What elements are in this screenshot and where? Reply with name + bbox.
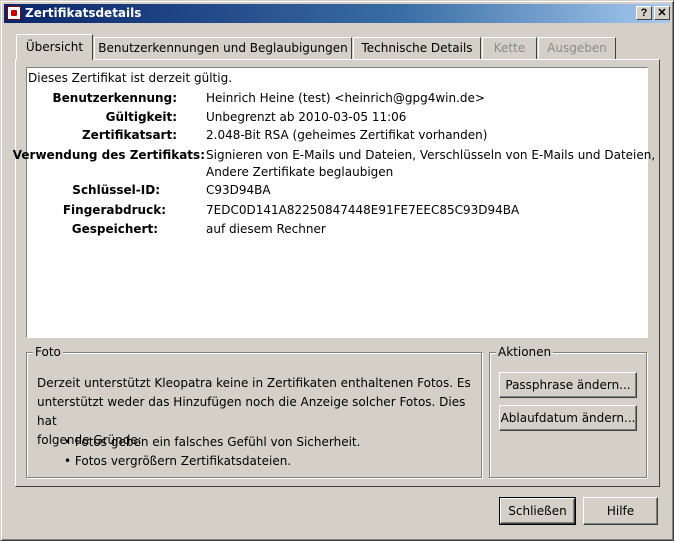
- fingerprint-label: Fingerabdruck:: [62, 203, 166, 217]
- tab-user-ids-certifications[interactable]: Benutzerkennungen und Beglaubigungen: [94, 37, 352, 59]
- user-id-label: Benutzerkennung:: [52, 91, 177, 105]
- validity-label: Gültigkeit:: [105, 110, 177, 124]
- tab-export[interactable]: Ausgeben: [538, 37, 616, 59]
- help-button[interactable]: Hilfe: [583, 497, 658, 525]
- validity-status-text: Dieses Zertifikat ist derzeit gültig.: [28, 71, 233, 85]
- stored-label: Gespeichert:: [71, 222, 158, 236]
- tab-chain-label: Kette: [493, 41, 526, 55]
- tab-overview[interactable]: Übersicht: [16, 34, 93, 60]
- photo-group-title: Foto: [33, 345, 63, 359]
- close-button[interactable]: Schließen: [499, 497, 576, 525]
- close-title-button[interactable]: ✕: [654, 6, 670, 20]
- tab-technical-details-label: Technische Details: [361, 41, 473, 55]
- help-title-button[interactable]: ?: [636, 6, 652, 20]
- key-id-label: Schlüssel-ID:: [72, 183, 160, 197]
- fingerprint-value: 7EDC0D141A82250847448E91FE7EEC85C93D94BA: [206, 203, 520, 217]
- window-title: Zertifikatsdetails: [25, 6, 142, 20]
- certificate-usage-value-line2: Andere Zertifikate beglaubigen: [206, 165, 394, 179]
- certificate-type-value: 2.048-Bit RSA (geheimes Zertifikat vorha…: [206, 128, 488, 142]
- actions-group-title: Aktionen: [496, 345, 554, 359]
- change-passphrase-button[interactable]: Passphrase ändern...: [499, 372, 637, 398]
- tab-user-ids-label: Benutzerkennungen und Beglaubigungen: [98, 41, 348, 55]
- user-id-value: Heinrich Heine (test) <heinrich@gpg4win.…: [206, 91, 485, 105]
- tab-overview-label: Übersicht: [25, 40, 84, 54]
- photo-description-line1: Derzeit unterstützt Kleopatra keine in Z…: [37, 376, 471, 390]
- certificate-usage-value-line1: Signieren von E-Mails und Dateien, Versc…: [206, 148, 656, 162]
- kleopatra-app-icon: [7, 6, 21, 20]
- change-expiry-date-button[interactable]: Ablaufdatum ändern...: [499, 405, 637, 431]
- tab-export-label: Ausgeben: [547, 41, 607, 55]
- stored-value: auf diesem Rechner: [206, 222, 326, 236]
- tab-technical-details[interactable]: Technische Details: [353, 37, 481, 59]
- certificate-type-label: Zertifikatsart:: [81, 128, 177, 142]
- photo-reason-security: • Fotos geben ein falsches Gefühl von Si…: [64, 435, 361, 449]
- validity-value: Unbegrenzt ab 2010-03-05 11:06: [206, 110, 407, 124]
- certificate-usage-label: Verwendung des Zertifikats:: [12, 148, 205, 162]
- photo-description-line2: unterstützt weder das Hinzufügen noch di…: [37, 395, 466, 428]
- key-id-value: C93D94BA: [206, 183, 271, 197]
- photo-reason-filesize: • Fotos vergrößern Zertifikatsdateien.: [64, 454, 292, 468]
- tab-chain[interactable]: Kette: [482, 37, 537, 59]
- title-bar[interactable]: Zertifikatsdetails ? ✕: [4, 4, 670, 23]
